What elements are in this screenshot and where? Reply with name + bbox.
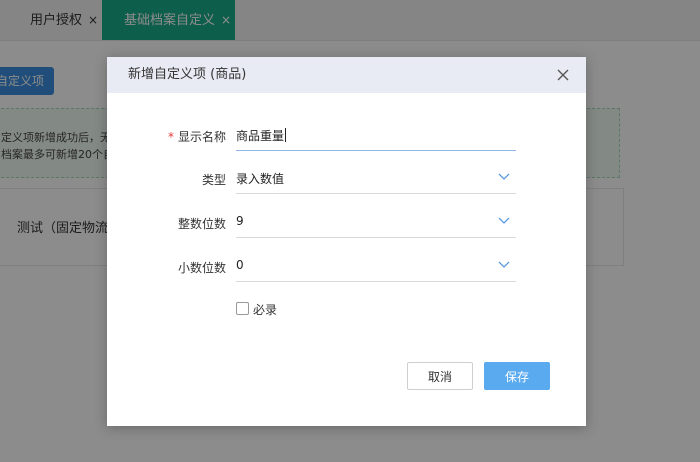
integer-digits-value: 9 (236, 214, 244, 228)
display-name-input[interactable]: 商品重量 (236, 121, 516, 151)
decimal-digits-row: 小数位数 0 (107, 252, 586, 282)
chevron-down-icon (498, 217, 510, 224)
type-label: 类型 (201, 173, 226, 187)
integer-digits-row: 整数位数 9 (107, 208, 586, 238)
required-checkbox[interactable] (236, 302, 249, 315)
decimal-digits-select[interactable]: 0 (236, 252, 516, 282)
integer-digits-select[interactable]: 9 (236, 208, 516, 238)
text-cursor (285, 128, 287, 142)
required-checkbox-label: 必录 (253, 303, 278, 317)
display-name-label: * 显示名称 (167, 130, 226, 144)
decimal-digits-value: 0 (236, 258, 244, 272)
dialog-header: 新增自定义项 (商品) (107, 57, 586, 93)
display-name-value: 商品重量 (236, 128, 287, 143)
integer-digits-label: 整数位数 (177, 217, 226, 231)
chevron-down-icon (498, 261, 510, 268)
cancel-button[interactable]: 取消 (407, 362, 473, 390)
required-marker: * (167, 130, 174, 144)
type-select[interactable]: 录入数值 (236, 164, 516, 194)
chevron-down-icon (498, 173, 510, 180)
save-button[interactable]: 保存 (484, 362, 550, 390)
type-value: 录入数值 (236, 172, 285, 186)
add-custom-item-dialog: 新增自定义项 (商品) * 显示名称 商品重量 类型 录入数值 整数位数 9 小数… (107, 57, 586, 426)
type-row: 类型 录入数值 (107, 164, 586, 194)
dialog-title: 新增自定义项 (商品) (128, 67, 247, 82)
close-icon[interactable] (554, 66, 572, 84)
display-name-row: * 显示名称 商品重量 (107, 121, 586, 151)
decimal-digits-label: 小数位数 (177, 261, 226, 275)
